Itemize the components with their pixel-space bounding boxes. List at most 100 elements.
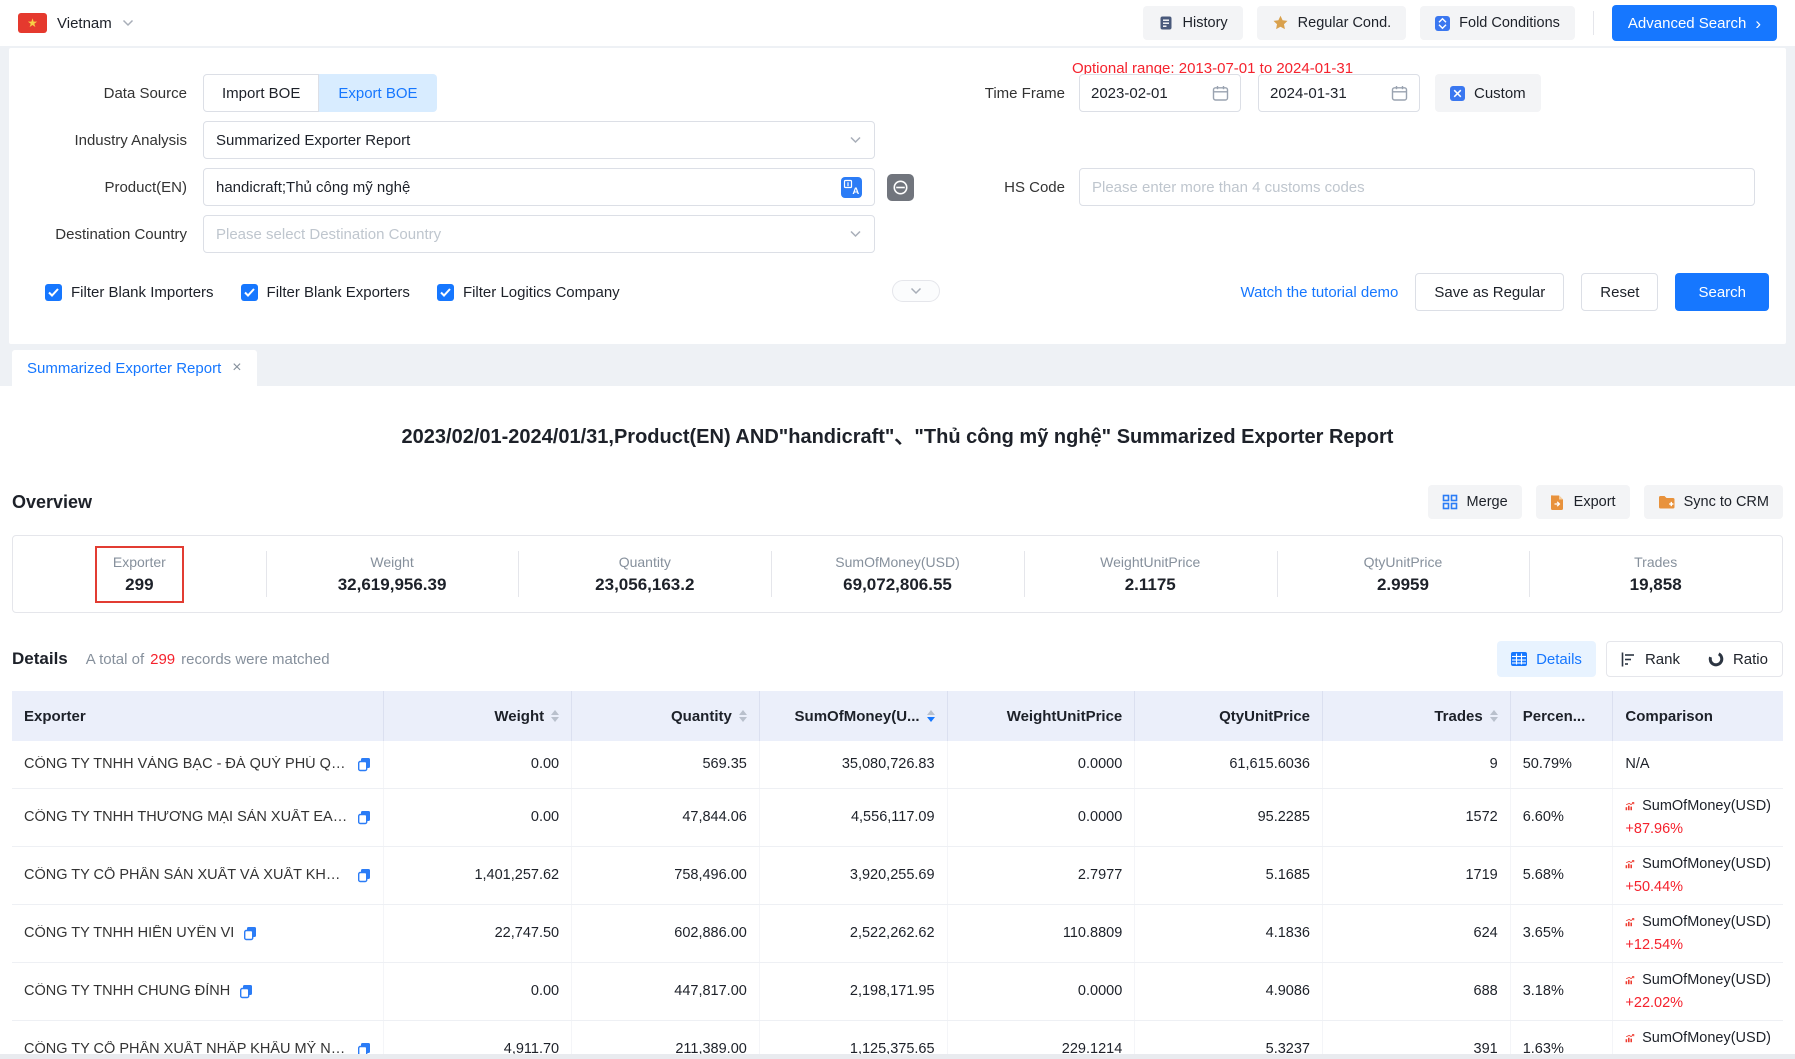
search-form: Data Source Import BOE Export BOE Indust… (9, 48, 1786, 344)
view-rank-button[interactable]: Rank (1607, 642, 1694, 676)
table-row[interactable]: CÔNG TY CỔ PHẦN SẢN XUẤT VÀ XUẤT KHẨU ..… (12, 846, 1783, 904)
qty-unit-price-cell: 4.1836 (1135, 904, 1323, 962)
rank-icon (1621, 652, 1636, 667)
details-table: Exporter Weight Quantity SumOfMoney(U...… (12, 691, 1783, 1059)
date-to-value: 2024-01-31 (1270, 85, 1347, 102)
custom-label: Custom (1474, 85, 1526, 102)
copy-icon[interactable] (357, 810, 371, 825)
sort-control[interactable] (739, 710, 747, 722)
view-ratio-button[interactable]: Ratio (1694, 642, 1782, 676)
comparison-change: +22.02% (1625, 995, 1771, 1011)
comparison-cell: SumOfMoney(USD) +87.96% (1613, 788, 1783, 846)
export-boe-button[interactable]: Export BOE (319, 74, 436, 112)
quantity-cell: 569.35 (572, 741, 760, 788)
destination-row: Destination Country Please select Destin… (9, 215, 1786, 253)
stat-label: SumOfMoney(USD) (835, 554, 959, 570)
col-comparison: Comparison (1613, 691, 1783, 741)
percentage-cell: 6.60% (1510, 788, 1613, 846)
copy-icon[interactable] (243, 926, 257, 941)
stat-trades: Trades 19,858 (1529, 536, 1782, 612)
sync-to-crm-button[interactable]: Sync to CRM (1644, 485, 1783, 519)
sort-control[interactable] (1490, 710, 1498, 722)
star-icon (1272, 15, 1289, 31)
export-icon (1550, 494, 1565, 510)
import-boe-button[interactable]: Import BOE (203, 74, 319, 112)
weight-unit-price-cell: 0.0000 (947, 741, 1135, 788)
exporter-name: CÔNG TY TNHH HIỀN UYÊN VI (24, 925, 234, 941)
checkbox-checked-icon (45, 284, 62, 301)
export-button[interactable]: Export (1536, 485, 1630, 519)
filter-blank-exporters-checkbox[interactable]: Filter Blank Exporters (241, 284, 410, 301)
stat-value: 299 (125, 575, 153, 595)
view-rank-label: Rank (1645, 651, 1680, 668)
table-row[interactable]: CÔNG TY TNHH THƯƠNG MẠI SẢN XUẤT EAG... … (12, 788, 1783, 846)
horizontal-scrollbar[interactable] (0, 1054, 1795, 1059)
qty-unit-price-cell: 4.9086 (1135, 962, 1323, 1020)
date-to-input[interactable]: 2024-01-31 (1258, 74, 1420, 112)
search-button[interactable]: Search (1675, 273, 1769, 311)
svg-text:A: A (852, 186, 859, 197)
product-input[interactable] (216, 179, 833, 196)
topbar-actions: History Regular Cond. Fold Conditions Ad… (1143, 5, 1777, 41)
chevron-down-icon (849, 136, 862, 144)
tab-summarized-exporter-report[interactable]: Summarized Exporter Report × (12, 350, 257, 386)
chevron-down-icon (849, 230, 862, 238)
report-title: 2023/02/01-2024/01/31,Product(EN) AND"ha… (12, 420, 1783, 449)
table-row[interactable]: CÔNG TY TNHH HIỀN UYÊN VI 22,747.50 602,… (12, 904, 1783, 962)
collapse-form-button[interactable] (892, 280, 940, 302)
trades-cell: 624 (1323, 904, 1511, 962)
hs-code-input[interactable] (1092, 179, 1742, 196)
regular-cond-button[interactable]: Regular Cond. (1257, 6, 1407, 40)
history-button[interactable]: History (1143, 6, 1243, 40)
report-content: 2023/02/01-2024/01/31,Product(EN) AND"ha… (0, 420, 1795, 1059)
custom-range-button[interactable]: Custom (1435, 74, 1541, 112)
exporter-cell: CÔNG TY TNHH VÀNG BẠC - ĐÁ QUÝ PHÚ QUÝ (12, 741, 384, 788)
table-row[interactable]: CÔNG TY TNHH VÀNG BẠC - ĐÁ QUÝ PHÚ QUÝ 0… (12, 741, 1783, 788)
exporter-annotation-box: Exporter 299 (95, 546, 184, 603)
filter-logitics-company-checkbox[interactable]: Filter Logitics Company (437, 284, 620, 301)
matched-summary: A total of299records were matched (86, 651, 330, 668)
checkbox-checked-icon (241, 284, 258, 301)
stat-weight-unit-price: WeightUnitPrice 2.1175 (1024, 536, 1277, 612)
country-selector[interactable]: ★ Vietnam (18, 13, 134, 33)
translate-icon[interactable]: A (841, 177, 862, 198)
sort-control[interactable] (551, 710, 559, 722)
filter-blank-importers-checkbox[interactable]: Filter Blank Importers (45, 284, 214, 301)
fold-icon (1435, 16, 1450, 31)
stat-value: 2.9959 (1377, 575, 1429, 595)
weight-cell: 22,747.50 (384, 904, 572, 962)
stat-weight: Weight 32,619,956.39 (266, 536, 519, 612)
advanced-search-button[interactable]: Advanced Search › (1612, 5, 1777, 41)
save-as-regular-button[interactable]: Save as Regular (1415, 273, 1564, 311)
copy-icon[interactable] (357, 757, 371, 772)
merge-button[interactable]: Merge (1428, 485, 1522, 519)
percentage-cell: 5.68% (1510, 846, 1613, 904)
product-input-wrap: A (203, 168, 875, 206)
industry-analysis-select[interactable]: Summarized Exporter Report (203, 121, 875, 159)
sort-control-active-desc[interactable] (927, 710, 935, 722)
destination-select[interactable]: Please select Destination Country (203, 215, 875, 253)
exporter-cell: CÔNG TY TNHH THƯƠNG MẠI SẢN XUẤT EAG... (12, 788, 384, 846)
comparison-detail: SumOfMoney(USD) +50.44% (1625, 856, 1771, 895)
view-details-button[interactable]: Details (1497, 641, 1596, 677)
close-icon[interactable]: × (232, 360, 241, 376)
comparison-metric: SumOfMoney(USD) (1642, 856, 1771, 872)
sum-of-money-cell: 2,198,171.95 (759, 962, 947, 1020)
table-row[interactable]: CÔNG TY TNHH CHUNG ĐỈNH 0.00 447,817.00 … (12, 962, 1783, 1020)
sum-of-money-cell: 2,522,262.62 (759, 904, 947, 962)
custom-icon (1450, 86, 1465, 101)
date-from-input[interactable]: 2023-02-01 (1079, 74, 1241, 112)
copy-icon[interactable] (239, 984, 253, 999)
stat-exporter: Exporter 299 (13, 536, 266, 612)
tutorial-link[interactable]: Watch the tutorial demo (1241, 284, 1399, 301)
fold-conditions-button[interactable]: Fold Conditions (1420, 6, 1575, 40)
exclude-keywords-button[interactable] (887, 174, 914, 201)
reset-button[interactable]: Reset (1581, 273, 1658, 311)
copy-icon[interactable] (357, 868, 371, 883)
sync-to-crm-label: Sync to CRM (1684, 494, 1769, 510)
page: ★ Vietnam History Regular Cond. Fold Con… (0, 0, 1795, 1059)
country-label: Vietnam (57, 15, 112, 32)
stat-value: 2.1175 (1125, 575, 1176, 595)
stat-label: Trades (1634, 554, 1677, 570)
sum-of-money-cell: 35,080,726.83 (759, 741, 947, 788)
